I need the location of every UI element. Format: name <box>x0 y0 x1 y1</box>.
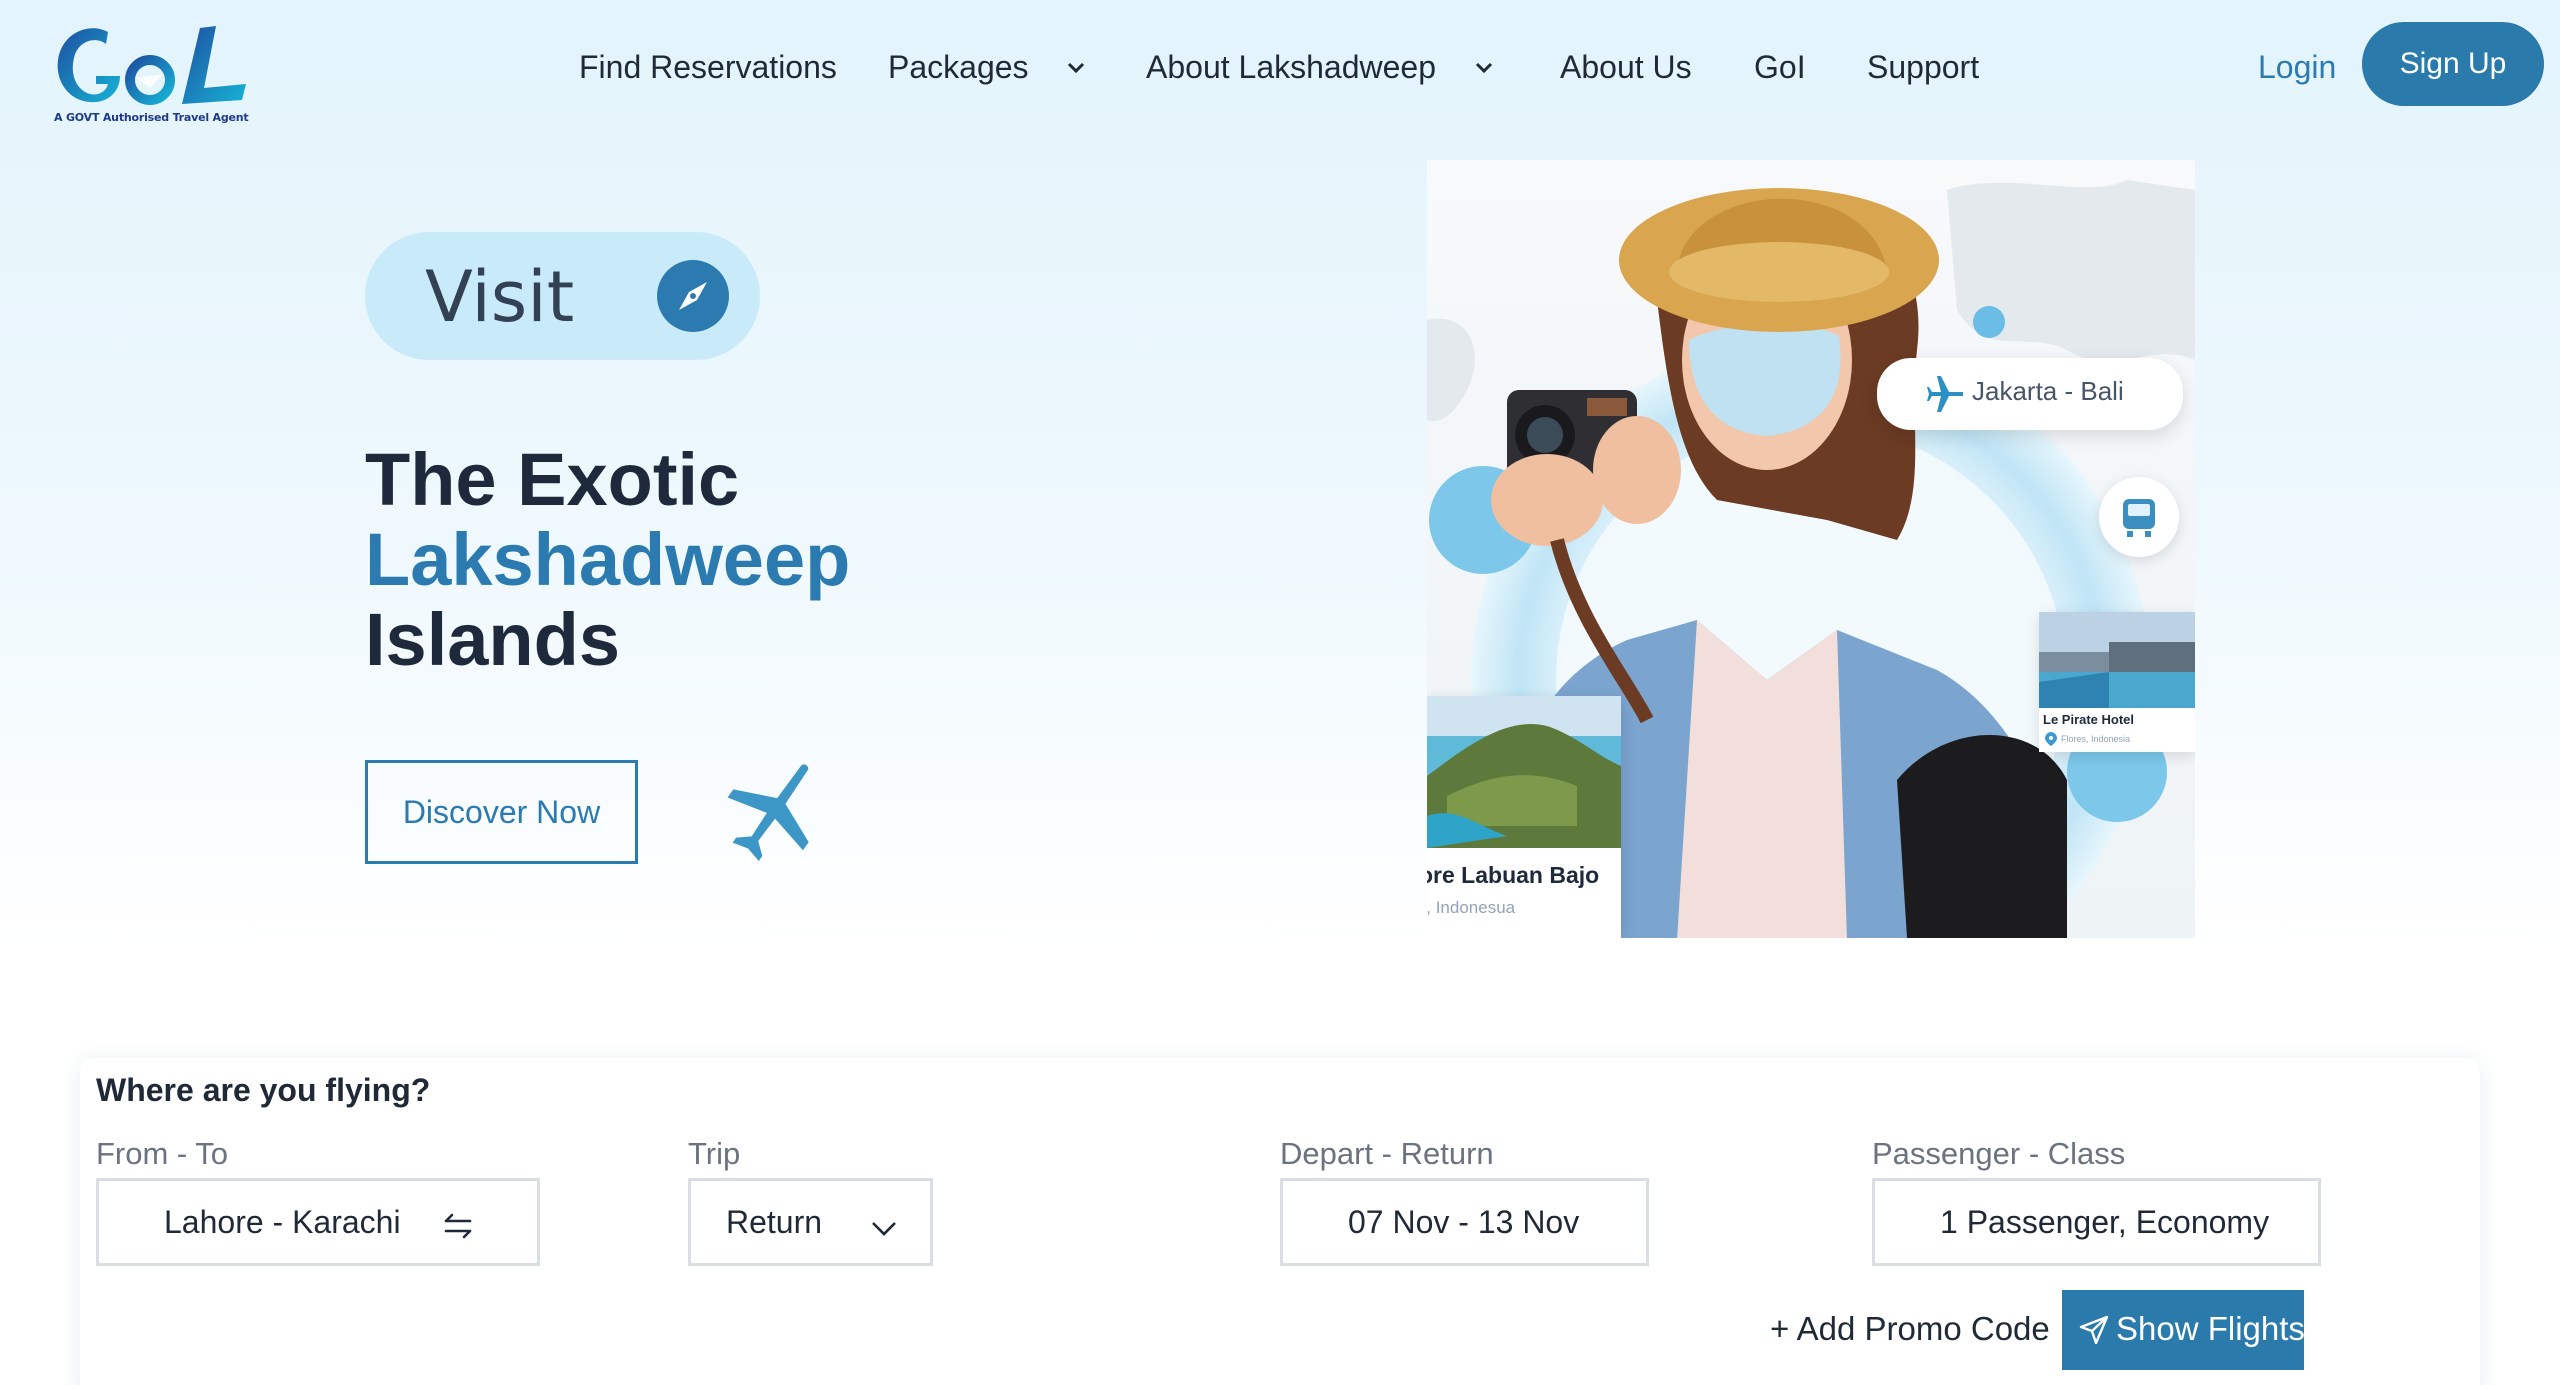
trip-select[interactable]: Return <box>688 1178 933 1266</box>
train-badge <box>2099 477 2179 557</box>
trip-label: Trip <box>688 1136 741 1171</box>
depart-return-label: Depart - Return <box>1280 1136 1494 1171</box>
passenger-class-value: 1 Passenger, Economy <box>1940 1204 2270 1240</box>
swap-icon[interactable] <box>442 1209 476 1243</box>
chevron-down-icon <box>1475 62 1492 73</box>
nav-find-reservations[interactable]: Find Reservations <box>579 42 837 92</box>
search-title: Where are you flying? <box>96 1072 431 1108</box>
destination-name: ore Labuan Bajo <box>1427 862 1600 888</box>
island-photo <box>1427 696 1621 848</box>
brand-logo[interactable]: A GOVT Authorised Travel Agent <box>50 18 250 130</box>
compass-icon <box>657 260 729 332</box>
login-link[interactable]: Login <box>2258 42 2336 92</box>
nav-label: GoI <box>1754 49 1806 85</box>
passenger-class-label: Passenger - Class <box>1872 1136 2126 1171</box>
from-to-field[interactable]: Lahore - Karachi <box>96 1178 540 1266</box>
airplane-icon <box>727 764 809 861</box>
nav-label: Packages <box>888 49 1029 85</box>
nav-label: About Lakshadweep <box>1146 49 1436 85</box>
hero-title: The Exotic Lakshadweep Islands <box>365 440 850 680</box>
chevron-down-icon <box>1068 62 1085 73</box>
hotel-name: Le Pirate Hotel <box>2043 712 2135 727</box>
show-flights-button[interactable]: Show Flights <box>2062 1290 2305 1370</box>
hotel-card: Le Pirate Hotel Flores, Indonesia <box>2039 612 2195 752</box>
passenger-class-field[interactable]: 1 Passenger, Economy <box>1872 1178 2321 1266</box>
destination-location: ', Indonesua <box>1427 898 1516 917</box>
route-label: Jakarta - Bali <box>1972 376 2124 406</box>
brand-tagline: A GOVT Authorised Travel Agent <box>54 111 249 124</box>
hero-title-highlight: Lakshadweep <box>365 518 851 601</box>
add-promo-code-link[interactable]: + Add Promo Code <box>1770 1310 2050 1348</box>
hero-traveler-image: Jakarta - Bali Le Pirate Hotel Flores, I… <box>1427 160 2195 938</box>
nav-packages[interactable]: Packages <box>888 42 1087 92</box>
from-to-value: Lahore - Karachi <box>164 1204 401 1240</box>
nav-goi[interactable]: GoI <box>1754 42 1806 92</box>
visit-badge: Visit <box>365 232 760 360</box>
discover-now-button[interactable]: Discover Now <box>365 760 638 864</box>
hotel-photo <box>2039 612 2195 708</box>
show-flights-label: Show Flights <box>2116 1310 2305 1347</box>
nav-support[interactable]: Support <box>1867 42 1979 92</box>
nav-label: About Us <box>1560 49 1692 85</box>
airplane-icon <box>1927 376 1963 412</box>
hero-title-line3: Islands <box>365 598 620 681</box>
chevron-down-icon <box>872 1222 896 1236</box>
depart-return-field[interactable]: 07 Nov - 13 Nov <box>1280 1178 1649 1266</box>
visit-label: Visit <box>425 256 575 338</box>
nav-label: Find Reservations <box>579 49 837 85</box>
hero-title-line1: The Exotic <box>365 438 740 521</box>
destination-card: ore Labuan Bajo ', Indonesua <box>1427 696 1621 938</box>
depart-return-value: 07 Nov - 13 Nov <box>1348 1204 1580 1240</box>
nav-label: Support <box>1867 49 1980 85</box>
signup-button[interactable]: Sign Up <box>2362 22 2544 106</box>
train-icon <box>2123 499 2155 537</box>
send-icon <box>2079 1315 2109 1345</box>
location-pin-icon <box>2045 732 2057 746</box>
trip-value: Return <box>726 1204 823 1240</box>
route-card: Jakarta - Bali <box>1877 358 2183 430</box>
nav-about-us[interactable]: About Us <box>1560 42 1692 92</box>
top-nav-bar: A GOVT Authorised Travel Agent Find Rese… <box>0 0 2560 135</box>
hotel-location: Flores, Indonesia <box>2061 734 2131 744</box>
from-to-label: From - To <box>96 1136 229 1171</box>
nav-about-lakshadweep[interactable]: About Lakshadweep <box>1146 42 1495 92</box>
brand-logo-mark-icon <box>57 26 246 105</box>
